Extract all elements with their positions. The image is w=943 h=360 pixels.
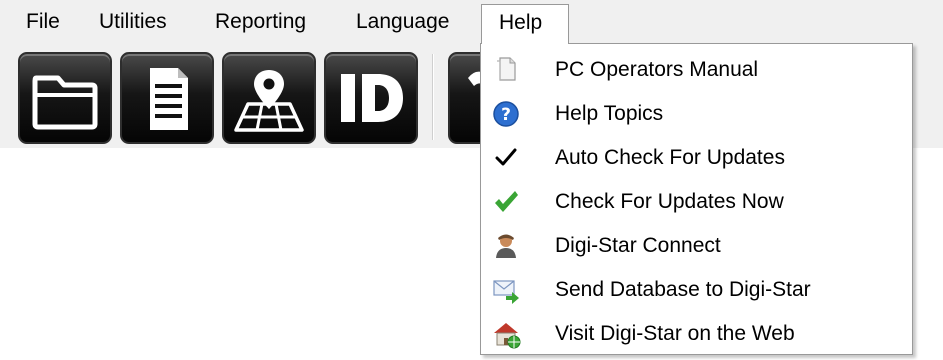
menu-item-digi-star-connect[interactable]: Digi-Star Connect bbox=[481, 224, 912, 268]
menu-help[interactable]: Help bbox=[481, 4, 569, 44]
svg-text:?: ? bbox=[501, 105, 511, 125]
document-list-button[interactable] bbox=[120, 52, 214, 144]
web-house-icon bbox=[494, 323, 521, 349]
map-location-button[interactable] bbox=[222, 52, 316, 144]
menu-item-visit-web[interactable]: Visit Digi-Star on the Web bbox=[481, 312, 912, 356]
menu-file[interactable]: File bbox=[16, 4, 70, 44]
menu-item-check-for-updates-now[interactable]: Check For Updates Now bbox=[481, 180, 912, 224]
menu-language[interactable]: Language bbox=[346, 4, 459, 44]
checkmark-icon bbox=[495, 148, 517, 166]
menu-item-send-database[interactable]: Send Database to Digi-Star bbox=[481, 268, 912, 312]
open-folder-button[interactable] bbox=[18, 52, 112, 144]
menu-item-help-topics[interactable]: ? Help Topics bbox=[481, 92, 912, 136]
menu-item-label: Help Topics bbox=[555, 102, 664, 125]
menu-reporting[interactable]: Reporting bbox=[205, 4, 316, 44]
menu-item-label: Visit Digi-Star on the Web bbox=[555, 322, 795, 345]
user-person-icon bbox=[496, 234, 516, 258]
folder-icon bbox=[32, 75, 98, 130]
menu-item-label: PC Operators Manual bbox=[555, 58, 759, 81]
menu-item-label: Check For Updates Now bbox=[555, 190, 784, 213]
menu-item-auto-check-for-updates[interactable]: Auto Check For Updates bbox=[481, 136, 912, 180]
green-check-icon bbox=[495, 191, 518, 212]
map-location-icon bbox=[234, 70, 304, 132]
toolbar-separator bbox=[432, 54, 434, 140]
document-list-icon bbox=[150, 68, 188, 130]
id-icon bbox=[341, 74, 403, 122]
menu-item-pc-operators-manual[interactable]: PC Operators Manual bbox=[481, 48, 912, 92]
menu-utilities[interactable]: Utilities bbox=[89, 4, 177, 44]
document-pages-icon bbox=[497, 57, 516, 81]
id-button[interactable] bbox=[324, 52, 418, 144]
menu-bar: File Utilities Reporting Language Help bbox=[0, 0, 943, 44]
question-circle-icon: ? bbox=[493, 101, 519, 127]
menu-item-label: Send Database to Digi-Star bbox=[555, 278, 811, 301]
send-envelope-icon bbox=[493, 280, 519, 304]
menu-item-label: Digi-Star Connect bbox=[555, 234, 721, 257]
help-dropdown-menu: PC Operators Manual ? Help Topics Auto C… bbox=[480, 43, 913, 355]
menu-item-label: Auto Check For Updates bbox=[555, 146, 785, 169]
